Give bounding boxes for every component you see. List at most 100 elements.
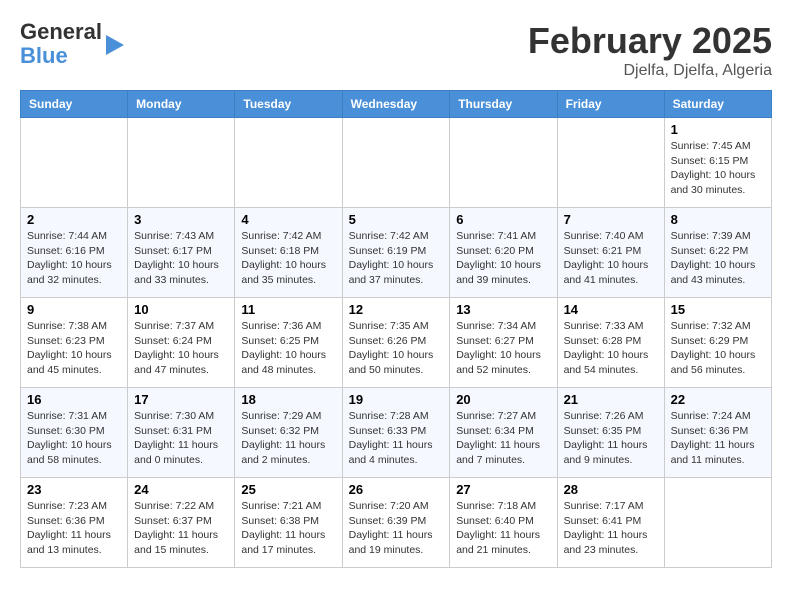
day-number: 6 — [456, 212, 550, 227]
calendar-cell: 14 Sunrise: 7:33 AM Sunset: 6:28 PM Dayli… — [557, 298, 664, 388]
day-info: Sunrise: 7:26 AM Sunset: 6:35 PM Dayligh… — [564, 409, 658, 468]
calendar-cell: 24 Sunrise: 7:22 AM Sunset: 6:37 PM Dayli… — [128, 478, 235, 568]
calendar-cell — [450, 118, 557, 208]
day-number: 17 — [134, 392, 228, 407]
day-info: Sunrise: 7:23 AM Sunset: 6:36 PM Dayligh… — [27, 499, 121, 558]
day-info: Sunrise: 7:36 AM Sunset: 6:25 PM Dayligh… — [241, 319, 335, 378]
calendar-cell — [342, 118, 450, 208]
calendar-cell: 17 Sunrise: 7:30 AM Sunset: 6:31 PM Dayli… — [128, 388, 235, 478]
weekday-header: Monday — [128, 91, 235, 118]
calendar-cell: 1 Sunrise: 7:45 AM Sunset: 6:15 PM Daylig… — [664, 118, 771, 208]
day-number: 2 — [27, 212, 121, 227]
calendar-cell — [128, 118, 235, 208]
day-number: 4 — [241, 212, 335, 227]
calendar-cell — [235, 118, 342, 208]
day-number: 15 — [671, 302, 765, 317]
weekday-header: Saturday — [664, 91, 771, 118]
day-number: 27 — [456, 482, 550, 497]
calendar-cell — [21, 118, 128, 208]
day-number: 9 — [27, 302, 121, 317]
day-number: 18 — [241, 392, 335, 407]
day-info: Sunrise: 7:42 AM Sunset: 6:18 PM Dayligh… — [241, 229, 335, 288]
day-info: Sunrise: 7:24 AM Sunset: 6:36 PM Dayligh… — [671, 409, 765, 468]
day-info: Sunrise: 7:20 AM Sunset: 6:39 PM Dayligh… — [349, 499, 444, 558]
day-number: 1 — [671, 122, 765, 137]
calendar-table: SundayMondayTuesdayWednesdayThursdayFrid… — [20, 90, 772, 568]
day-number: 12 — [349, 302, 444, 317]
day-number: 20 — [456, 392, 550, 407]
calendar-cell: 19 Sunrise: 7:28 AM Sunset: 6:33 PM Dayli… — [342, 388, 450, 478]
calendar-cell: 18 Sunrise: 7:29 AM Sunset: 6:32 PM Dayli… — [235, 388, 342, 478]
weekday-header: Friday — [557, 91, 664, 118]
day-info: Sunrise: 7:37 AM Sunset: 6:24 PM Dayligh… — [134, 319, 228, 378]
day-number: 16 — [27, 392, 121, 407]
day-info: Sunrise: 7:22 AM Sunset: 6:37 PM Dayligh… — [134, 499, 228, 558]
calendar-cell: 22 Sunrise: 7:24 AM Sunset: 6:36 PM Dayli… — [664, 388, 771, 478]
day-number: 7 — [564, 212, 658, 227]
calendar-cell: 9 Sunrise: 7:38 AM Sunset: 6:23 PM Daylig… — [21, 298, 128, 388]
day-info: Sunrise: 7:17 AM Sunset: 6:41 PM Dayligh… — [564, 499, 658, 558]
calendar-cell: 10 Sunrise: 7:37 AM Sunset: 6:24 PM Dayli… — [128, 298, 235, 388]
calendar-cell: 3Sunrise: 7:43 AM Sunset: 6:17 PM Daylig… — [128, 208, 235, 298]
weekday-header: Thursday — [450, 91, 557, 118]
day-number: 14 — [564, 302, 658, 317]
day-number: 22 — [671, 392, 765, 407]
calendar-cell: 26 Sunrise: 7:20 AM Sunset: 6:39 PM Dayli… — [342, 478, 450, 568]
calendar-cell: 4 Sunrise: 7:42 AM Sunset: 6:18 PM Daylig… — [235, 208, 342, 298]
calendar-cell: 28 Sunrise: 7:17 AM Sunset: 6:41 PM Dayli… — [557, 478, 664, 568]
day-number: 24 — [134, 482, 228, 497]
calendar-cell: 20Sunrise: 7:27 AM Sunset: 6:34 PM Dayli… — [450, 388, 557, 478]
logo: GeneralBlue — [20, 20, 124, 68]
calendar-cell: 6Sunrise: 7:41 AM Sunset: 6:20 PM Daylig… — [450, 208, 557, 298]
logo-text: GeneralBlue — [20, 20, 102, 68]
weekday-header: Wednesday — [342, 91, 450, 118]
day-info: Sunrise: 7:21 AM Sunset: 6:38 PM Dayligh… — [241, 499, 335, 558]
calendar-cell: 8 Sunrise: 7:39 AM Sunset: 6:22 PM Daylig… — [664, 208, 771, 298]
day-info: Sunrise: 7:29 AM Sunset: 6:32 PM Dayligh… — [241, 409, 335, 468]
calendar-cell — [664, 478, 771, 568]
day-info: Sunrise: 7:31 AM Sunset: 6:30 PM Dayligh… — [27, 409, 121, 468]
day-number: 5 — [349, 212, 444, 227]
day-number: 25 — [241, 482, 335, 497]
day-info: Sunrise: 7:38 AM Sunset: 6:23 PM Dayligh… — [27, 319, 121, 378]
day-info: Sunrise: 7:42 AM Sunset: 6:19 PM Dayligh… — [349, 229, 444, 288]
calendar-cell: 15 Sunrise: 7:32 AM Sunset: 6:29 PM Dayli… — [664, 298, 771, 388]
month-title: February 2025 — [528, 20, 772, 62]
day-number: 26 — [349, 482, 444, 497]
day-number: 28 — [564, 482, 658, 497]
calendar-cell: 7 Sunrise: 7:40 AM Sunset: 6:21 PM Daylig… — [557, 208, 664, 298]
calendar-cell: 11 Sunrise: 7:36 AM Sunset: 6:25 PM Dayli… — [235, 298, 342, 388]
day-info: Sunrise: 7:45 AM Sunset: 6:15 PM Dayligh… — [671, 139, 765, 198]
day-number: 21 — [564, 392, 658, 407]
calendar-cell: 27 Sunrise: 7:18 AM Sunset: 6:40 PM Dayli… — [450, 478, 557, 568]
title-block: February 2025 Djelfa, Djelfa, Algeria — [528, 20, 772, 80]
calendar-cell: 5 Sunrise: 7:42 AM Sunset: 6:19 PM Daylig… — [342, 208, 450, 298]
calendar-cell: 13 Sunrise: 7:34 AM Sunset: 6:27 PM Dayli… — [450, 298, 557, 388]
day-info: Sunrise: 7:35 AM Sunset: 6:26 PM Dayligh… — [349, 319, 444, 378]
calendar-cell: 2 Sunrise: 7:44 AM Sunset: 6:16 PM Daylig… — [21, 208, 128, 298]
day-number: 23 — [27, 482, 121, 497]
day-info: Sunrise: 7:32 AM Sunset: 6:29 PM Dayligh… — [671, 319, 765, 378]
calendar-cell: 16 Sunrise: 7:31 AM Sunset: 6:30 PM Dayli… — [21, 388, 128, 478]
day-info: Sunrise: 7:40 AM Sunset: 6:21 PM Dayligh… — [564, 229, 658, 288]
calendar-cell: 25 Sunrise: 7:21 AM Sunset: 6:38 PM Dayli… — [235, 478, 342, 568]
day-number: 3 — [134, 212, 228, 227]
calendar-cell: 23 Sunrise: 7:23 AM Sunset: 6:36 PM Dayli… — [21, 478, 128, 568]
page-header: GeneralBlue February 2025 Djelfa, Djelfa… — [20, 20, 772, 80]
calendar-cell: 12 Sunrise: 7:35 AM Sunset: 6:26 PM Dayli… — [342, 298, 450, 388]
day-info: Sunrise: 7:34 AM Sunset: 6:27 PM Dayligh… — [456, 319, 550, 378]
day-number: 8 — [671, 212, 765, 227]
day-info: Sunrise: 7:44 AM Sunset: 6:16 PM Dayligh… — [27, 229, 121, 288]
calendar-cell: 21 Sunrise: 7:26 AM Sunset: 6:35 PM Dayli… — [557, 388, 664, 478]
day-number: 11 — [241, 302, 335, 317]
day-info: Sunrise: 7:28 AM Sunset: 6:33 PM Dayligh… — [349, 409, 444, 468]
day-number: 13 — [456, 302, 550, 317]
day-info: Sunrise: 7:30 AM Sunset: 6:31 PM Dayligh… — [134, 409, 228, 468]
day-info: Sunrise: 7:39 AM Sunset: 6:22 PM Dayligh… — [671, 229, 765, 288]
day-number: 10 — [134, 302, 228, 317]
weekday-header: Sunday — [21, 91, 128, 118]
day-info: Sunrise: 7:33 AM Sunset: 6:28 PM Dayligh… — [564, 319, 658, 378]
day-number: 19 — [349, 392, 444, 407]
location-title: Djelfa, Djelfa, Algeria — [528, 62, 772, 80]
day-info: Sunrise: 7:18 AM Sunset: 6:40 PM Dayligh… — [456, 499, 550, 558]
